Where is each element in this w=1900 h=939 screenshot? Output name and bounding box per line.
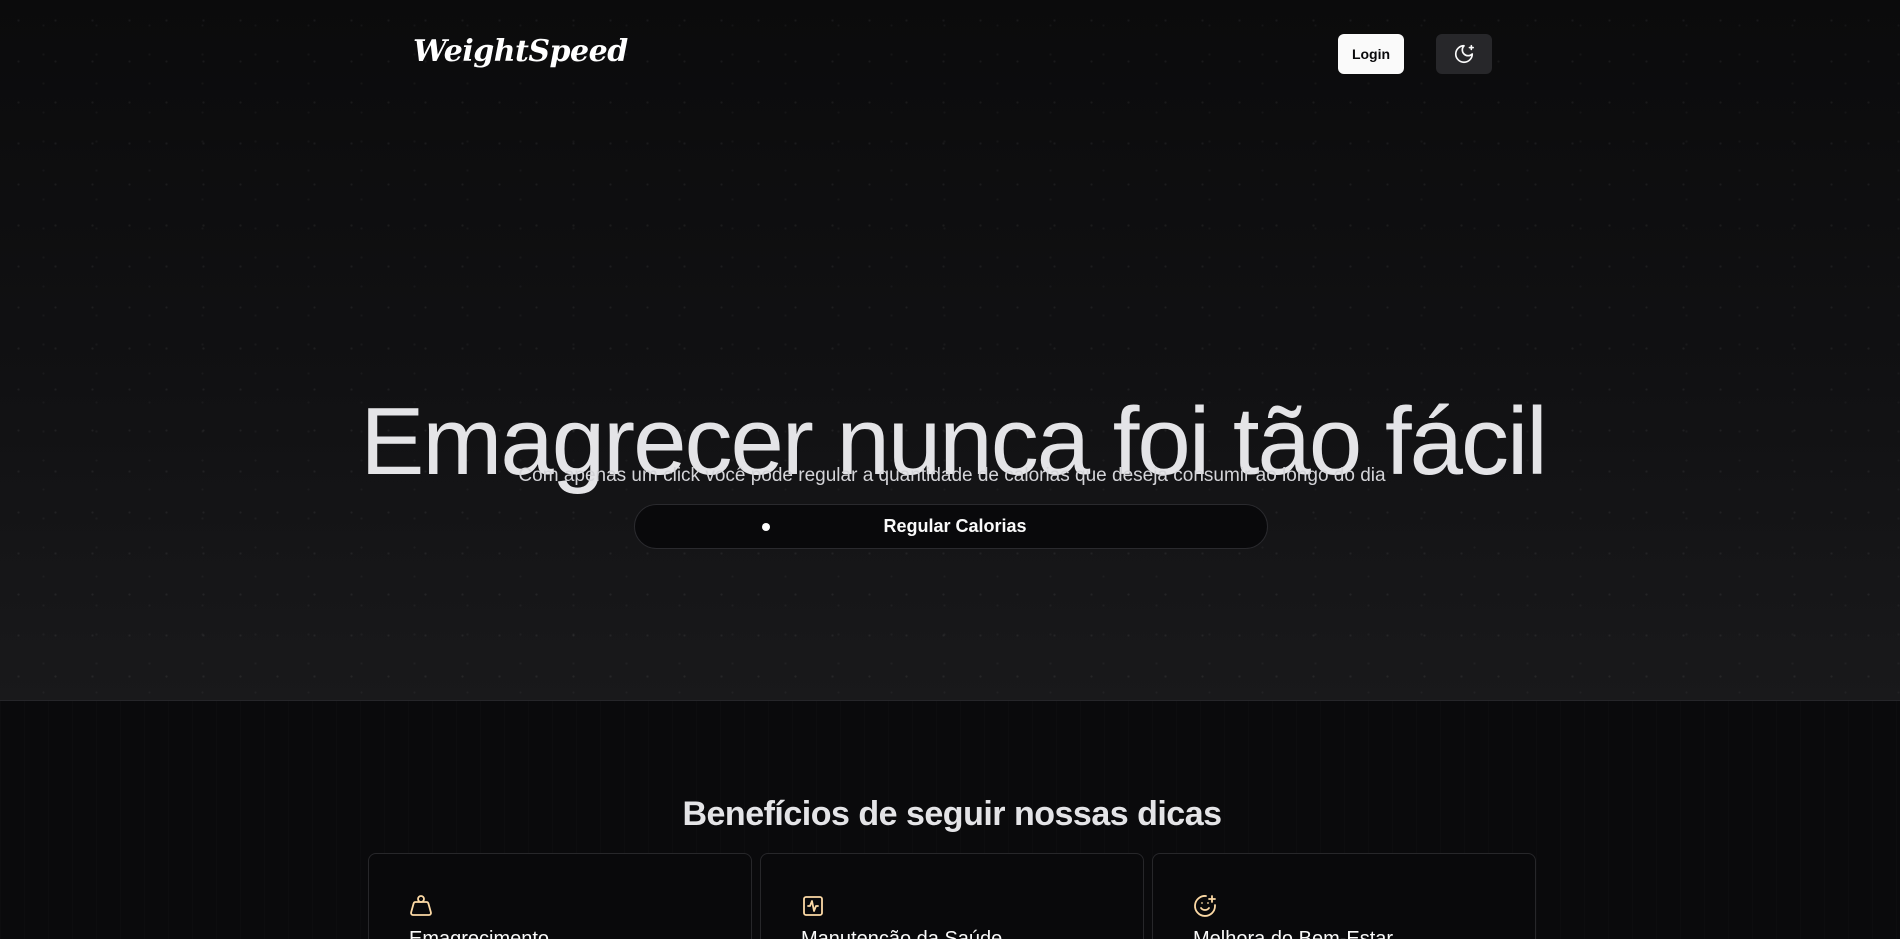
hero-subtitle: Com apenas um click você pode regular a … xyxy=(518,465,1386,486)
landing-page: WeightSpeed Login Emagrecer nunca foi tã… xyxy=(0,0,1900,939)
benefit-card-bem-estar: Melhora do Bem-Estar xyxy=(1152,853,1536,939)
benefit-card-title: Manutenção da Saúde xyxy=(801,928,1003,939)
regular-calorias-button[interactable]: Regular Calorias xyxy=(634,504,1268,549)
hero-section: WeightSpeed Login Emagrecer nunca foi tã… xyxy=(0,0,1900,701)
theme-toggle-button[interactable] xyxy=(1436,34,1492,74)
benefits-section: Benefícios de seguir nossas dicas Emagre… xyxy=(0,701,1900,939)
benefit-card-saude: Manutenção da Saúde xyxy=(760,853,1144,939)
benefit-card-title: Emagrecimento xyxy=(409,928,550,939)
login-button[interactable]: Login xyxy=(1338,34,1404,74)
site-logo[interactable]: WeightSpeed xyxy=(413,34,628,69)
benefit-card-title: Melhora do Bem-Estar xyxy=(1193,928,1394,939)
smile-plus-icon xyxy=(1194,895,1216,917)
navbar: WeightSpeed Login xyxy=(0,0,1900,108)
benefits-title: Benefícios de seguir nossas dicas xyxy=(682,795,1222,834)
cta-label: Regular Calorias xyxy=(883,516,1027,536)
benefit-card-emagrecimento: Emagrecimento xyxy=(368,853,752,939)
moon-sparkles-icon xyxy=(1454,44,1474,64)
weight-icon xyxy=(410,895,432,916)
activity-square-icon xyxy=(803,896,823,916)
